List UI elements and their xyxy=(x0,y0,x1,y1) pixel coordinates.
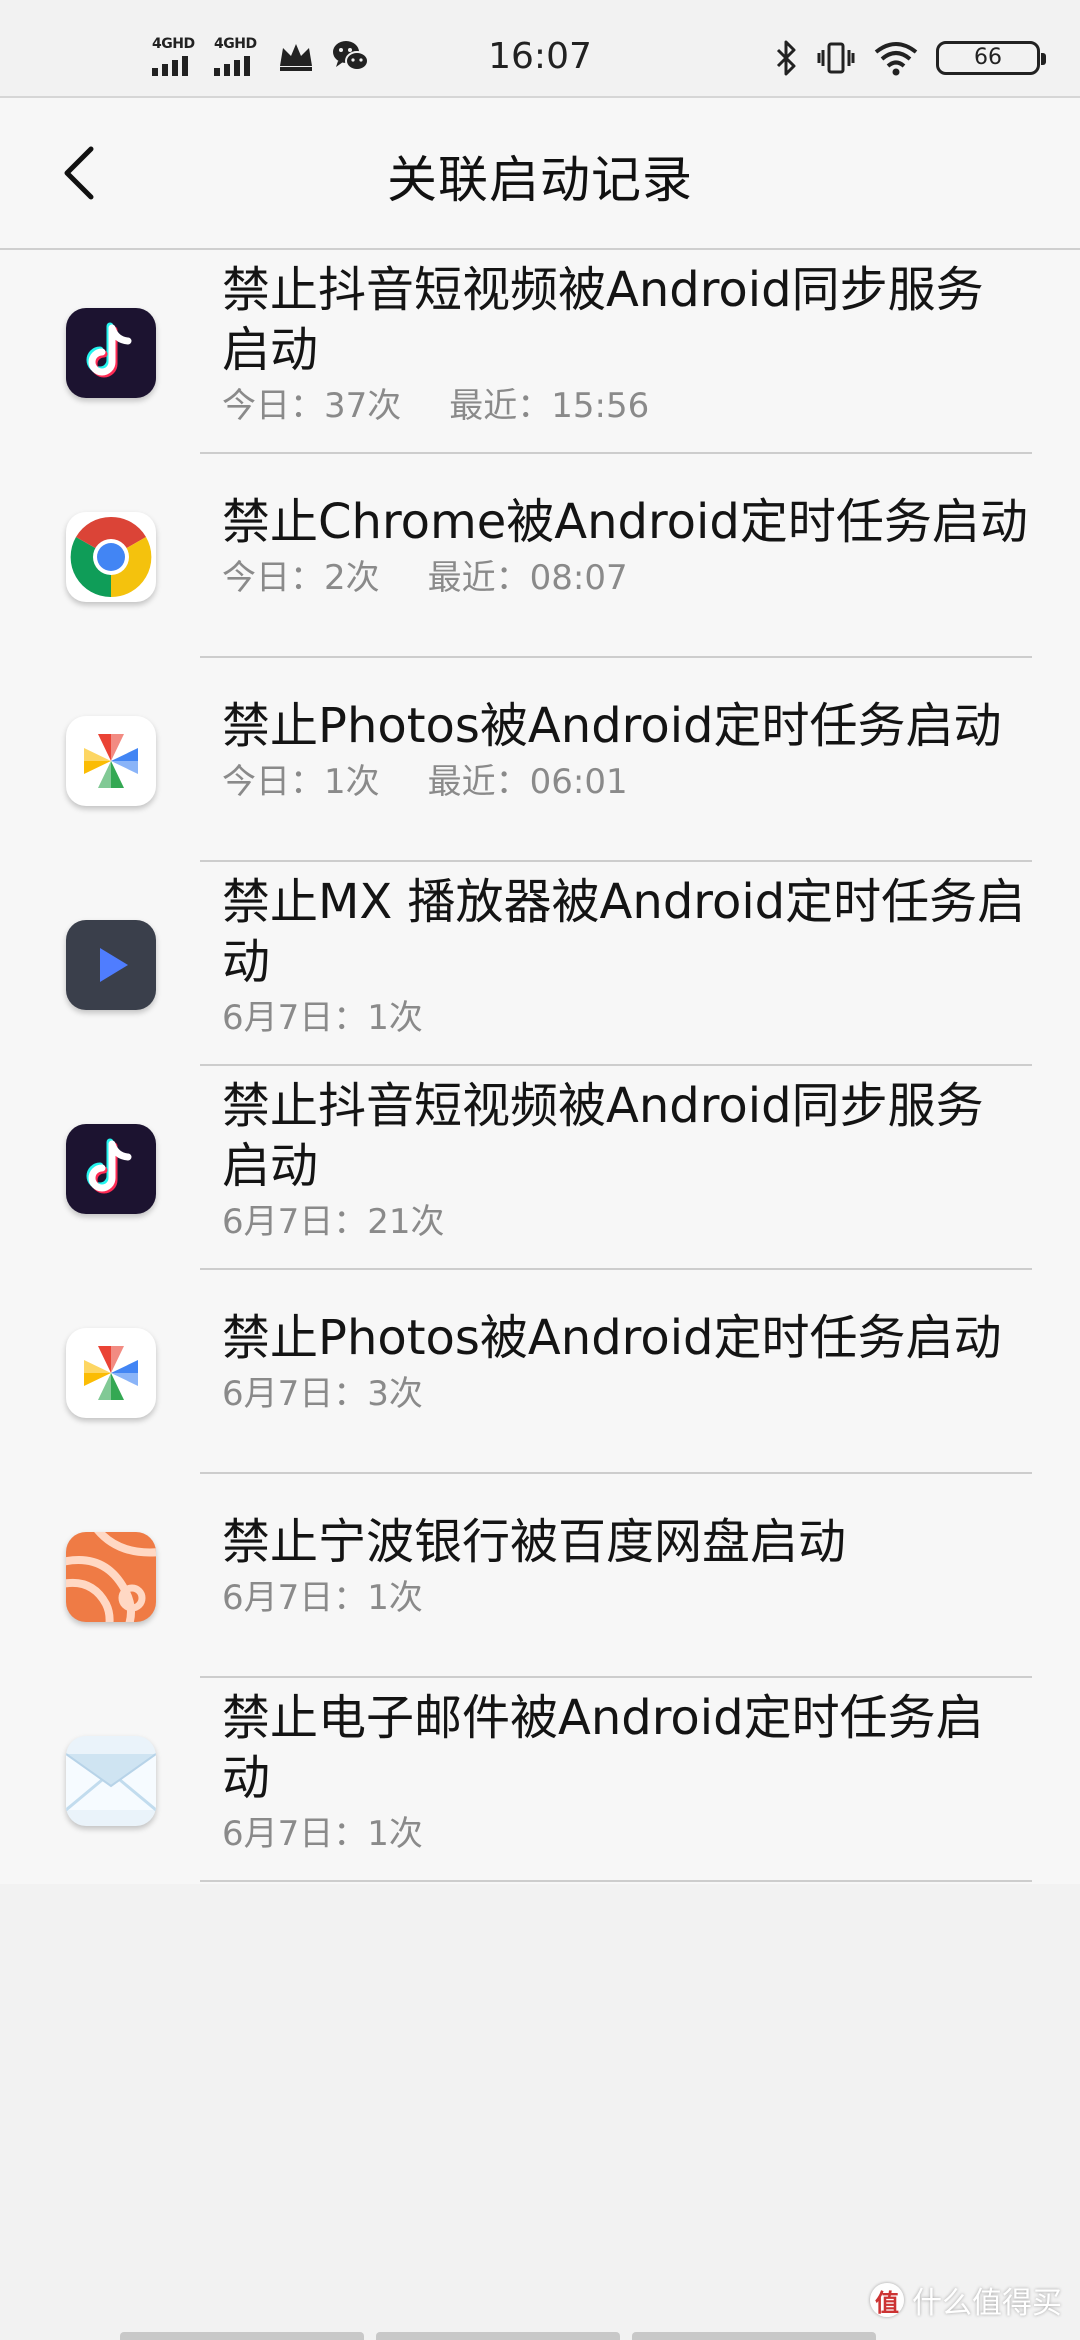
record-meta: 6月7日：21次 xyxy=(222,1200,1030,1244)
record-count: 今日：1次 xyxy=(222,762,380,802)
record-count: 6月7日：1次 xyxy=(222,1578,423,1618)
record-title: 禁止MX 播放器被Android定时任务启动 xyxy=(222,874,1026,990)
record-count: 6月7日：1次 xyxy=(222,1814,423,1854)
record-count: 6月7日：21次 xyxy=(222,1202,445,1242)
list-item[interactable]: 禁止抖音短视频被Android同步服务启动 6月7日：21次 xyxy=(0,1066,1080,1270)
record-count: 6月7日：1次 xyxy=(222,998,423,1038)
record-meta: 6月7日：1次 xyxy=(222,996,1030,1040)
empty-area: 值 什么值得买 xyxy=(0,1884,1080,2340)
douyin-icon xyxy=(66,1124,156,1214)
record-title: 禁止Photos被Android定时任务启动 xyxy=(222,1310,1002,1366)
chrome-icon xyxy=(66,512,156,602)
record-meta: 今日：37次 最近：15:56 xyxy=(222,384,1030,428)
battery-level: 66 xyxy=(974,45,1002,70)
record-title: 禁止Chrome被Android定时任务启动 xyxy=(222,494,1028,550)
bank-of-ningbo-icon xyxy=(66,1532,156,1622)
record-title: 禁止Photos被Android定时任务启动 xyxy=(222,698,1002,754)
wifi-icon xyxy=(874,42,918,76)
watermark-text: 什么值得买 xyxy=(912,2286,1062,2321)
watermark: 值 什么值得买 xyxy=(870,2278,1062,2322)
app-header: 关联启动记录 xyxy=(0,98,1080,250)
record-title: 禁止电子邮件被Android定时任务启动 xyxy=(222,1690,984,1806)
record-meta: 6月7日：1次 xyxy=(222,1576,1030,1620)
record-count: 今日：2次 xyxy=(222,558,380,598)
record-count: 今日：37次 xyxy=(222,386,402,426)
list-item[interactable]: 禁止宁波银行被百度网盘启动 6月7日：1次 xyxy=(0,1474,1080,1678)
list-item[interactable]: 禁止Chrome被Android定时任务启动 今日：2次 最近：08:07 xyxy=(0,454,1080,658)
google-photos-icon xyxy=(66,716,156,806)
status-bar: 4GHD 4GHD 16:07 66 xyxy=(0,0,1080,98)
record-title: 禁止抖音短视频被Android同步服务启动 xyxy=(222,1078,984,1194)
record-latest: 最近：15:56 xyxy=(449,386,650,426)
record-meta: 今日：1次 最近：06:01 xyxy=(222,760,1030,804)
vibrate-icon xyxy=(817,42,855,74)
list-item[interactable]: 禁止MX 播放器被Android定时任务启动 6月7日：1次 xyxy=(0,862,1080,1066)
record-latest: 最近：06:01 xyxy=(427,762,628,802)
list-item[interactable]: 禁止Photos被Android定时任务启动 今日：1次 最近：06:01 xyxy=(0,658,1080,862)
watermark-logo: 值 xyxy=(870,2283,904,2317)
gesture-bar xyxy=(120,2332,876,2340)
launch-record-list: 禁止抖音短视频被Android同步服务启动 今日：37次 最近：15:56 禁止C… xyxy=(0,250,1080,1884)
status-right-icons: 66 xyxy=(772,38,1046,78)
google-photos-icon xyxy=(66,1328,156,1418)
bluetooth-icon xyxy=(776,40,796,76)
page-title: 关联启动记录 xyxy=(387,151,693,209)
record-latest: 最近：08:07 xyxy=(427,558,628,598)
record-meta: 今日：2次 最近：08:07 xyxy=(222,556,1030,600)
record-meta: 6月7日：3次 xyxy=(222,1372,1030,1416)
douyin-icon xyxy=(66,308,156,398)
record-meta: 6月7日：1次 xyxy=(222,1812,1030,1856)
email-icon xyxy=(66,1736,156,1826)
record-title: 禁止抖音短视频被Android同步服务启动 xyxy=(222,262,984,378)
list-item[interactable]: 禁止Photos被Android定时任务启动 6月7日：3次 xyxy=(0,1270,1080,1474)
record-count: 6月7日：3次 xyxy=(222,1374,423,1414)
record-title: 禁止宁波银行被百度网盘启动 xyxy=(222,1514,847,1570)
battery-indicator: 66 xyxy=(936,41,1046,75)
list-item[interactable]: 禁止电子邮件被Android定时任务启动 6月7日：1次 xyxy=(0,1678,1080,1882)
mx-player-icon xyxy=(66,920,156,1010)
list-item[interactable]: 禁止抖音短视频被Android同步服务启动 今日：37次 最近：15:56 xyxy=(0,250,1080,454)
